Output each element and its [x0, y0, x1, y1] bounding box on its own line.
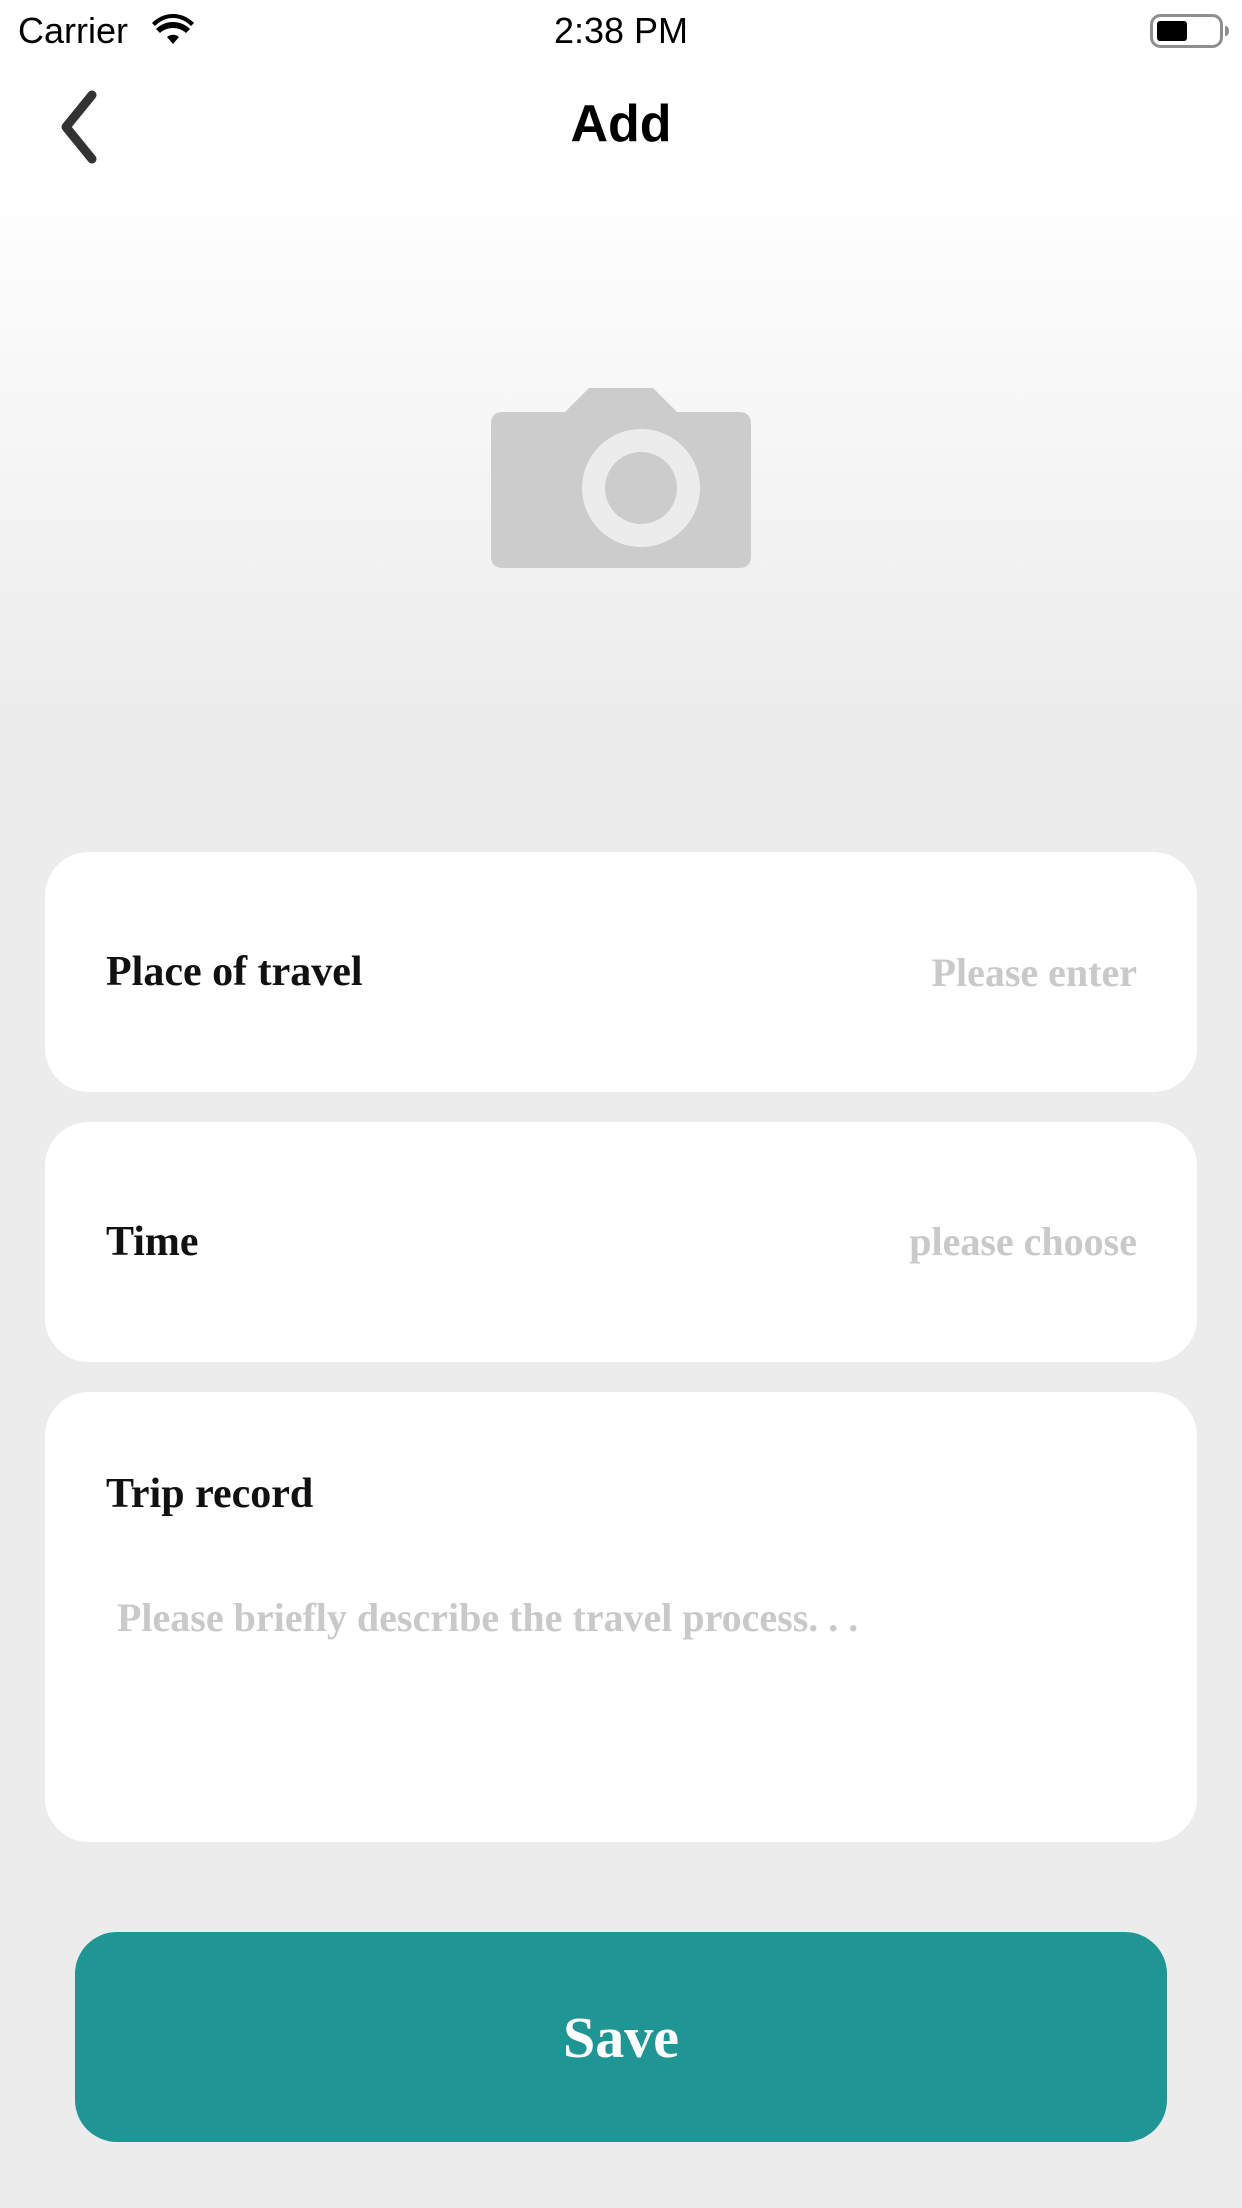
battery-icon: [1150, 14, 1230, 48]
trip-label: Trip record: [106, 1471, 314, 1517]
place-label: Place of travel: [106, 949, 363, 995]
save-button[interactable]: Save: [75, 1932, 1167, 2142]
page-title: Add: [570, 95, 672, 153]
time-card[interactable]: Time please choose: [45, 1122, 1197, 1362]
time-label: Time: [106, 1219, 199, 1265]
trip-card: Trip record: [45, 1392, 1197, 1842]
photo-picker[interactable]: [421, 330, 821, 630]
status-time: 2:38 PM: [553, 10, 689, 51]
status-bar: Carrier 2:38 PM: [0, 0, 1242, 62]
camera-icon: [491, 387, 751, 573]
place-card: Place of travel: [45, 852, 1197, 1092]
time-picker[interactable]: please choose: [577, 1210, 1137, 1274]
place-input[interactable]: [577, 940, 1137, 1004]
trip-textarea[interactable]: [117, 1592, 1127, 1792]
